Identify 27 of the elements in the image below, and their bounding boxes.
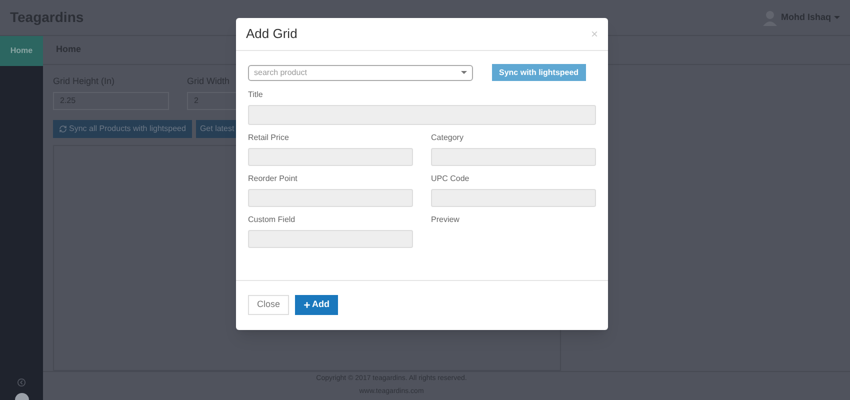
circle-arrow-icon[interactable] [17,378,26,387]
field-label: UPC Code [431,173,470,185]
input-field[interactable] [431,189,596,207]
close-button[interactable]: × [590,25,598,43]
field-label: Preview [431,214,460,226]
field-label: Reorder Point [248,173,298,185]
sidebar-item[interactable]: Home [0,36,43,66]
sync-icon [59,124,67,133]
field-label: Retail Price [248,132,290,144]
field-label: Category [431,132,464,144]
sync-button[interactable]: Sync with lightspeed [492,64,586,81]
input-field[interactable] [248,148,413,166]
action-button[interactable]: Sync all Products with lightspeed [53,120,192,138]
add-button[interactable]: Add [295,295,338,315]
input-field[interactable] [248,230,413,248]
plus-icon [303,301,312,309]
search-select[interactable]: search product [248,64,473,80]
input-field[interactable] [248,189,413,207]
caret-icon [461,71,467,74]
field-label: Title [248,89,264,101]
input-field[interactable] [248,105,596,125]
modal-title: Add Grid [246,25,298,44]
field-label: Custom Field [248,214,296,226]
caret-icon [834,16,840,19]
close-button[interactable]: Close [248,295,290,315]
action-button[interactable]: Get latest [196,120,238,138]
input-field[interactable] [431,148,596,166]
